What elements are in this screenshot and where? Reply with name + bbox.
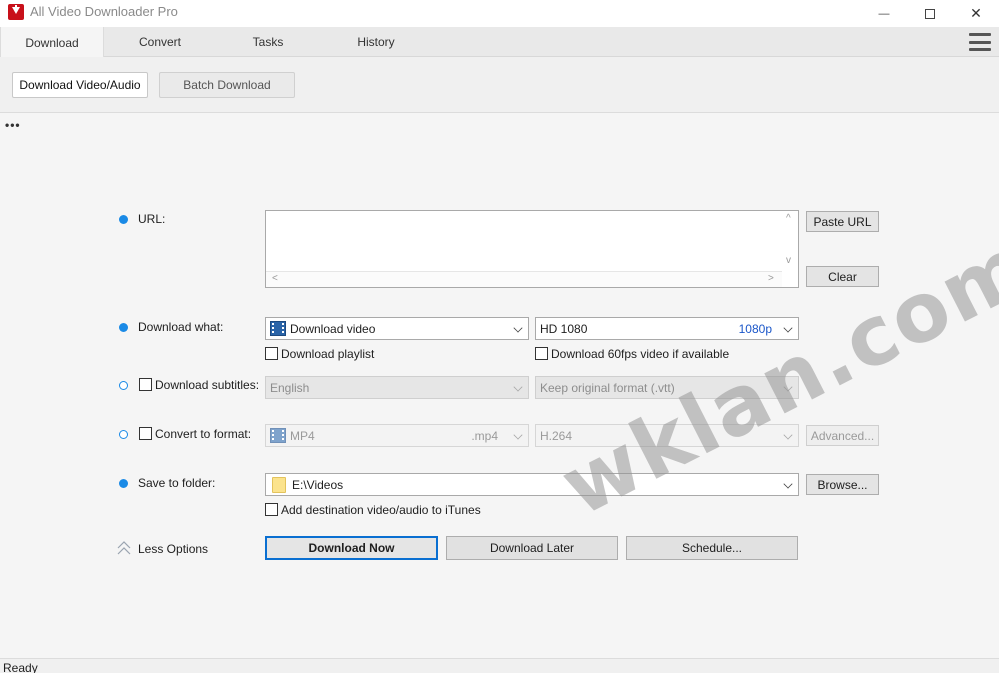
window-title: All Video Downloader Pro xyxy=(30,4,178,19)
download-60fps-checkbox[interactable] xyxy=(535,347,548,360)
quality-select[interactable]: HD 1080 1080p xyxy=(535,317,799,340)
quality-tag: 1080p xyxy=(738,322,772,336)
download-playlist-label: Download playlist xyxy=(281,347,375,361)
url-bullet-icon xyxy=(119,215,128,224)
url-vertical-scrollbar[interactable]: ^ v xyxy=(781,211,798,271)
download-type-select[interactable]: Download video xyxy=(265,317,529,340)
batch-download-button[interactable]: Batch Download xyxy=(159,72,295,98)
save-folder-label: Save to folder: xyxy=(138,476,216,490)
url-textarea[interactable]: ^ v < > xyxy=(265,210,799,288)
tab-convert[interactable]: Convert xyxy=(108,27,212,57)
minimize-icon: — xyxy=(878,7,890,20)
subtitle-language-value: English xyxy=(270,380,310,395)
chevron-down-icon xyxy=(513,323,523,333)
download-what-bullet-icon xyxy=(119,323,128,332)
subtitles-bullet-icon xyxy=(119,381,128,390)
convert-format-label: Convert to format: xyxy=(155,427,252,441)
download-subtitles-checkbox[interactable] xyxy=(139,378,152,391)
download-video-audio-button[interactable]: Download Video/Audio xyxy=(12,72,148,98)
scroll-right-icon[interactable]: > xyxy=(768,273,774,284)
download-type-value: Download video xyxy=(290,321,376,336)
download-playlist-checkbox[interactable] xyxy=(265,347,278,360)
clear-button[interactable]: Clear xyxy=(806,266,879,287)
convert-extension: .mp4 xyxy=(471,429,498,443)
download-subtitles-label: Download subtitles: xyxy=(155,378,260,392)
paste-url-button[interactable]: Paste URL xyxy=(806,211,879,232)
folder-icon xyxy=(272,476,286,493)
maximize-button[interactable] xyxy=(907,0,953,27)
film-icon xyxy=(270,428,286,443)
tab-download[interactable]: Download xyxy=(0,27,104,58)
sub-toolbar xyxy=(0,57,999,113)
convert-bullet-icon xyxy=(119,430,128,439)
tab-tasks[interactable]: Tasks xyxy=(216,27,320,57)
scroll-left-icon[interactable]: < xyxy=(272,273,278,284)
close-button[interactable]: ✕ xyxy=(953,0,999,27)
download-now-button[interactable]: Download Now xyxy=(265,536,438,560)
scroll-down-icon[interactable]: v xyxy=(786,255,791,266)
app-logo-icon xyxy=(8,4,24,20)
convert-format-select: MP4 .mp4 xyxy=(265,424,529,447)
film-icon xyxy=(270,321,286,336)
save-folder-select[interactable]: E:\Videos xyxy=(265,473,799,496)
tab-history[interactable]: History xyxy=(324,27,428,57)
advanced-button: Advanced... xyxy=(806,425,879,446)
chevron-down-icon xyxy=(513,430,523,440)
add-to-itunes-checkbox[interactable] xyxy=(265,503,278,516)
double-chevron-up-icon[interactable] xyxy=(117,541,131,555)
download-later-button[interactable]: Download Later xyxy=(446,536,618,560)
schedule-button[interactable]: Schedule... xyxy=(626,536,798,560)
add-to-itunes-label: Add destination video/audio to iTunes xyxy=(281,503,481,517)
convert-format-value: MP4 xyxy=(290,428,315,443)
url-label: URL: xyxy=(138,212,166,226)
save-folder-bullet-icon xyxy=(119,479,128,488)
scroll-up-icon[interactable]: ^ xyxy=(786,213,791,224)
subtitle-format-value: Keep original format (.vtt) xyxy=(540,380,675,395)
subtitle-language-select: English xyxy=(265,376,529,399)
quality-value: HD 1080 xyxy=(540,321,588,336)
download-60fps-label: Download 60fps video if available xyxy=(551,347,730,361)
status-text: Ready xyxy=(3,661,38,673)
browse-button[interactable]: Browse... xyxy=(806,474,879,495)
maximize-icon xyxy=(925,8,935,19)
save-folder-path: E:\Videos xyxy=(292,477,344,492)
url-horizontal-scrollbar[interactable]: < > xyxy=(266,271,782,287)
convert-format-checkbox[interactable] xyxy=(139,427,152,440)
close-icon: ✕ xyxy=(970,5,982,21)
minimize-button[interactable]: — xyxy=(861,0,907,27)
less-options-link[interactable]: Less Options xyxy=(138,542,208,556)
menu-hamburger-icon[interactable] xyxy=(969,33,991,51)
download-what-label: Download what: xyxy=(138,320,224,334)
chevron-down-icon xyxy=(783,479,793,489)
more-options-dots-icon[interactable]: ••• xyxy=(5,118,21,132)
chevron-down-icon xyxy=(513,382,523,392)
status-bar xyxy=(0,658,999,673)
